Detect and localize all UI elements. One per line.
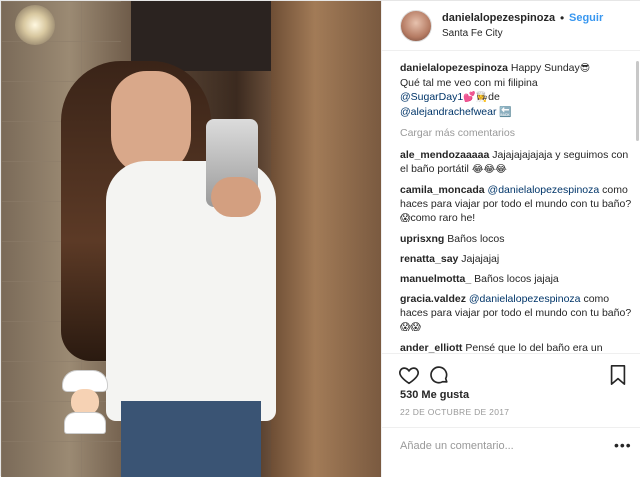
jeans <box>121 401 261 477</box>
laughing-emoji-icon: 😂😂😂 <box>471 164 507 175</box>
hand <box>211 177 261 217</box>
more-options-icon[interactable]: ••• <box>614 437 632 453</box>
comment-username[interactable]: ander_elliott <box>400 342 462 353</box>
mention-link[interactable]: @SugarDay1 <box>400 91 463 103</box>
comment-text-after: como raro he! <box>410 212 476 224</box>
comment-item: ander_elliott Pensé que lo del baño era … <box>400 341 632 353</box>
mention-link-2[interactable]: @alejandrachefwear <box>400 106 496 118</box>
comment-text: Baños locos jajaja <box>471 273 559 285</box>
add-comment-input[interactable] <box>400 440 600 452</box>
back-arrow-emoji-icon: 🔙 <box>499 107 512 118</box>
heart-icon[interactable] <box>398 364 420 386</box>
comment-mention[interactable]: @danielalopezespinoza <box>466 293 581 305</box>
chef-sticker-icon <box>59 371 111 433</box>
post-photo[interactable] <box>1 1 381 477</box>
scream-emoji-icon: 😱😱 <box>400 322 421 333</box>
comment-item: camila_moncada @danielalopezespinoza com… <box>400 183 632 226</box>
comment-text: Jajajajaj <box>458 253 500 265</box>
caption-text-2: Qué tal me veo con mi filipina <box>400 77 538 89</box>
bookmark-icon[interactable] <box>608 364 628 386</box>
caption-text: Happy Sunday <box>507 62 580 74</box>
avatar[interactable] <box>400 10 432 42</box>
comment-username[interactable]: renatta_say <box>400 253 458 265</box>
comment-username[interactable]: ale_mendozaaaaa <box>400 149 489 161</box>
caption: danielalopezespinoza Happy Sunday😎 Qué t… <box>400 61 632 120</box>
comment-mention[interactable]: @danielalopezespinoza <box>485 184 600 196</box>
hearts-chef-emoji-icon: 💕👩‍🍳 <box>463 92 489 103</box>
comments-scrollbar[interactable] <box>636 61 639 141</box>
comment-item: gracia.valdez @danielalopezespinoza como… <box>400 292 632 335</box>
follow-button[interactable]: Seguir <box>569 12 603 24</box>
wall-lamp <box>15 5 55 45</box>
post-header: danielalopezespinoza • Seguir Santa Fe C… <box>382 1 640 51</box>
load-more-comments[interactable]: Cargar más comentarios <box>400 126 632 140</box>
post-sidebar: danielalopezespinoza • Seguir Santa Fe C… <box>381 1 640 477</box>
comment-item: uprisxng Baños locos <box>400 232 632 246</box>
comment-username[interactable]: manuelmotta_ <box>400 273 471 285</box>
caption-username[interactable]: danielalopezespinoza <box>400 62 508 74</box>
separator-dot: • <box>560 11 565 25</box>
comment-text: Baños locos <box>444 233 505 245</box>
post-date: 22 DE OCTUBRE DE 2017 <box>400 407 510 417</box>
comments-list[interactable]: danielalopezespinoza Happy Sunday😎 Qué t… <box>400 61 632 353</box>
comment-bubble-icon[interactable] <box>428 364 450 386</box>
likes-count[interactable]: 530 Me gusta <box>400 389 469 401</box>
wooden-door <box>271 1 381 477</box>
comment-username[interactable]: gracia.valdez <box>400 293 466 305</box>
add-comment-bar: ••• <box>382 427 640 467</box>
header-username[interactable]: danielalopezespinoza <box>442 12 555 24</box>
instagram-post: danielalopezespinoza • Seguir Santa Fe C… <box>0 0 640 477</box>
caption-text-3: de <box>488 91 500 103</box>
scream-emoji-icon: 😱 <box>400 213 411 224</box>
comment-item: renatta_say Jajajajaj <box>400 252 632 266</box>
comment-item: manuelmotta_ Baños locos jajaja <box>400 272 632 286</box>
comment-username[interactable]: uprisxng <box>400 233 444 245</box>
sunglasses-emoji-icon: 😎 <box>579 63 591 74</box>
location-link[interactable]: Santa Fe City <box>442 28 503 39</box>
comment-item: ale_mendozaaaaa Jajajajajajaja y seguimo… <box>400 148 632 177</box>
comment-username[interactable]: camila_moncada <box>400 184 485 196</box>
